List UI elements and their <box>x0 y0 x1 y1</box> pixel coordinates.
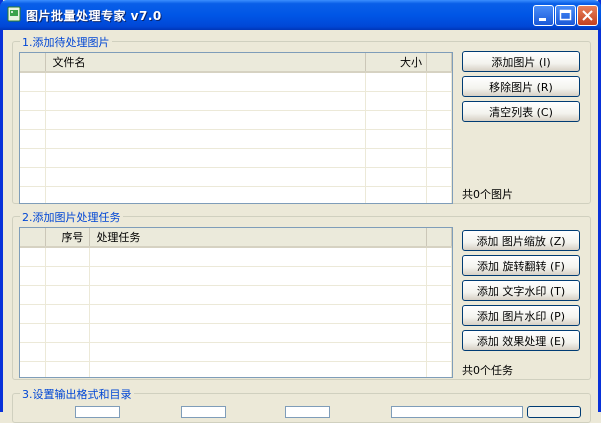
output-settings-group: 3.设置输出格式和目录 <box>12 386 591 423</box>
add-resize-task-button[interactable]: 添加 图片缩放 (Z) <box>462 230 580 251</box>
maximize-button[interactable] <box>555 5 576 26</box>
task-header-name[interactable]: 处理任务 <box>89 228 427 248</box>
output-settings-group-title: 3.设置输出格式和目录 <box>20 386 134 402</box>
main-window: 图片批量处理专家 v7.0 1.添加待处理图片 文件名 大小 添加图片 (I) … <box>0 0 601 423</box>
list-header-filler <box>426 53 452 73</box>
close-icon <box>582 10 593 21</box>
task-row <box>20 285 452 305</box>
clear-list-button[interactable]: 清空列表 (C) <box>462 101 580 122</box>
maximize-icon <box>559 9 572 21</box>
add-images-group-title: 1.添加待处理图片 <box>20 34 112 50</box>
task-count: 共0个任务 <box>462 364 513 377</box>
output-option-select[interactable] <box>285 406 330 418</box>
add-text-watermark-task-button[interactable]: 添加 文字水印 (T) <box>462 280 580 301</box>
list-header-filename[interactable]: 文件名 <box>45 53 367 73</box>
list-row <box>20 129 452 149</box>
task-header-check[interactable] <box>20 228 47 248</box>
add-effect-task-button[interactable]: 添加 效果处理 (E) <box>462 330 580 351</box>
list-row <box>20 91 452 111</box>
image-count: 共0个图片 <box>462 188 513 201</box>
list-header-check[interactable] <box>20 53 47 73</box>
browse-directory-button[interactable] <box>527 406 581 418</box>
list-row <box>20 72 452 92</box>
task-row <box>20 247 452 267</box>
minimize-icon <box>539 18 546 21</box>
list-header-size[interactable]: 大小 <box>365 53 427 73</box>
task-row <box>20 304 452 324</box>
image-file-list[interactable]: 文件名 大小 <box>19 52 453 204</box>
task-row <box>20 266 452 286</box>
output-quality-select[interactable] <box>181 406 226 418</box>
task-row <box>20 342 452 362</box>
window-title: 图片批量处理专家 v7.0 <box>26 9 162 23</box>
minimize-button[interactable] <box>533 5 554 26</box>
list-row <box>20 167 452 187</box>
add-image-button[interactable]: 添加图片 (I) <box>462 51 580 72</box>
add-tasks-group: 2.添加图片处理任务 序号 处理任务 添加 图片缩放 (Z) 添加 旋转翻转 (… <box>12 209 591 380</box>
add-images-group: 1.添加待处理图片 文件名 大小 添加图片 (I) 移除图片 (R) 清空列表 … <box>12 34 591 204</box>
task-row <box>20 361 452 377</box>
output-directory-input[interactable] <box>391 406 523 418</box>
app-icon <box>7 6 21 22</box>
close-button[interactable] <box>577 5 598 26</box>
list-row <box>20 186 452 203</box>
output-format-select[interactable] <box>75 406 120 418</box>
task-header-index[interactable]: 序号 <box>45 228 91 248</box>
add-rotate-flip-task-button[interactable]: 添加 旋转翻转 (F) <box>462 255 580 276</box>
add-tasks-group-title: 2.添加图片处理任务 <box>20 209 123 225</box>
task-list[interactable]: 序号 处理任务 <box>19 227 453 378</box>
list-row <box>20 110 452 130</box>
remove-image-button[interactable]: 移除图片 (R) <box>462 76 580 97</box>
task-header-filler <box>426 228 452 248</box>
list-row <box>20 148 452 168</box>
title-bar[interactable]: 图片批量处理专家 v7.0 <box>0 0 601 30</box>
add-image-watermark-task-button[interactable]: 添加 图片水印 (P) <box>462 305 580 326</box>
task-row <box>20 323 452 343</box>
